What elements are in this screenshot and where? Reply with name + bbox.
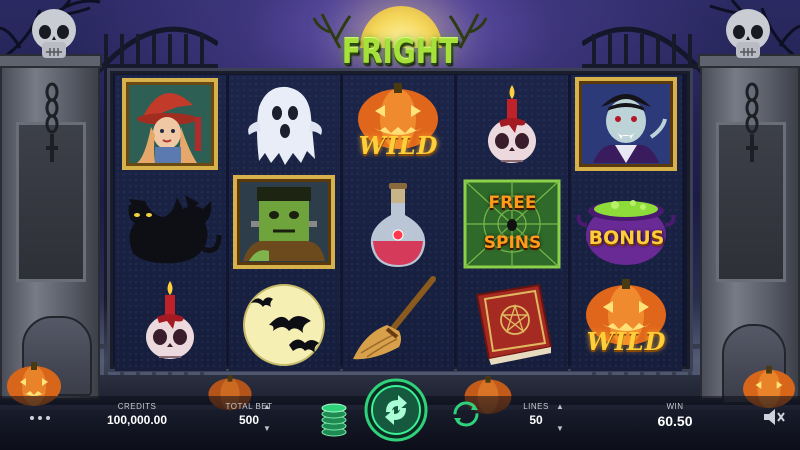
symbol-bonus-cauldron: BONUS	[571, 175, 682, 273]
win-value: 60.50	[657, 413, 693, 429]
spin-button[interactable]	[364, 378, 428, 442]
credits-value: 100,000.00	[106, 413, 168, 427]
coin-stack-icon[interactable]	[318, 398, 350, 438]
reel-3: WILD	[343, 75, 454, 371]
lines-adjust: ▲ ▼	[556, 401, 566, 441]
reel-window: WILD FREE SPINS BONUS WILD	[107, 68, 693, 372]
skull-statue-left	[32, 9, 76, 58]
reel-5: BONUS WILD	[571, 75, 682, 371]
wild-label: WILD	[586, 327, 667, 356]
spins-label: SPINS	[483, 233, 542, 253]
lines-value: 50	[529, 413, 543, 427]
symbol-moon-bats	[229, 273, 340, 371]
bet-decrease-button[interactable]: ▼	[263, 423, 273, 435]
total-bet-value: 500	[238, 413, 260, 427]
symbol-pumpkin-wild: WILD	[571, 273, 682, 371]
reel-1	[115, 75, 226, 371]
skull-statue-right	[726, 9, 770, 58]
win-label: WIN	[666, 402, 684, 411]
menu-dots-icon[interactable]	[30, 410, 54, 426]
symbol-ghost	[229, 77, 340, 175]
symbol-frankenstein	[229, 175, 340, 273]
symbol-free-spins: FREE SPINS	[457, 175, 568, 273]
credits-display: CREDITS 100,000.00	[92, 402, 182, 427]
bonus-label: BONUS	[588, 227, 665, 249]
win-display: WIN 60.50	[642, 402, 708, 429]
lines-decrease-button[interactable]: ▼	[556, 423, 566, 435]
reel-2	[229, 75, 340, 371]
lines-increase-button[interactable]: ▲	[556, 401, 566, 413]
wild-label: WILD	[358, 131, 439, 160]
sound-muted-icon[interactable]	[762, 406, 786, 428]
control-bar: CREDITS 100,000.00 TOTAL BET 500 ▲ ▼ LIN…	[0, 378, 800, 450]
lines-label: LINES	[523, 402, 549, 411]
symbol-spell-book	[457, 273, 568, 371]
symbol-potion	[343, 175, 454, 273]
credits-label: CREDITS	[117, 402, 157, 411]
symbol-broom	[343, 273, 454, 371]
chain-icon	[45, 82, 59, 162]
symbol-candle-skull	[457, 77, 568, 175]
chain-icon	[745, 82, 759, 162]
autoplay-icon[interactable]	[452, 400, 480, 428]
bet-adjust: ▲ ▼	[263, 401, 273, 441]
lines-display: LINES 50	[516, 402, 556, 427]
bet-increase-button[interactable]: ▲	[263, 401, 273, 413]
reel-4: FREE SPINS	[457, 75, 568, 371]
free-label: FREE	[488, 193, 537, 213]
symbol-candle-skull	[115, 273, 226, 371]
symbol-witch	[115, 77, 226, 175]
symbol-vampire	[571, 77, 682, 175]
total-bet-display: TOTAL BET 500	[214, 402, 284, 427]
total-bet-label: TOTAL BET	[225, 402, 273, 411]
symbol-pumpkin-wild: WILD	[343, 77, 454, 175]
symbol-black-cat	[115, 175, 226, 273]
